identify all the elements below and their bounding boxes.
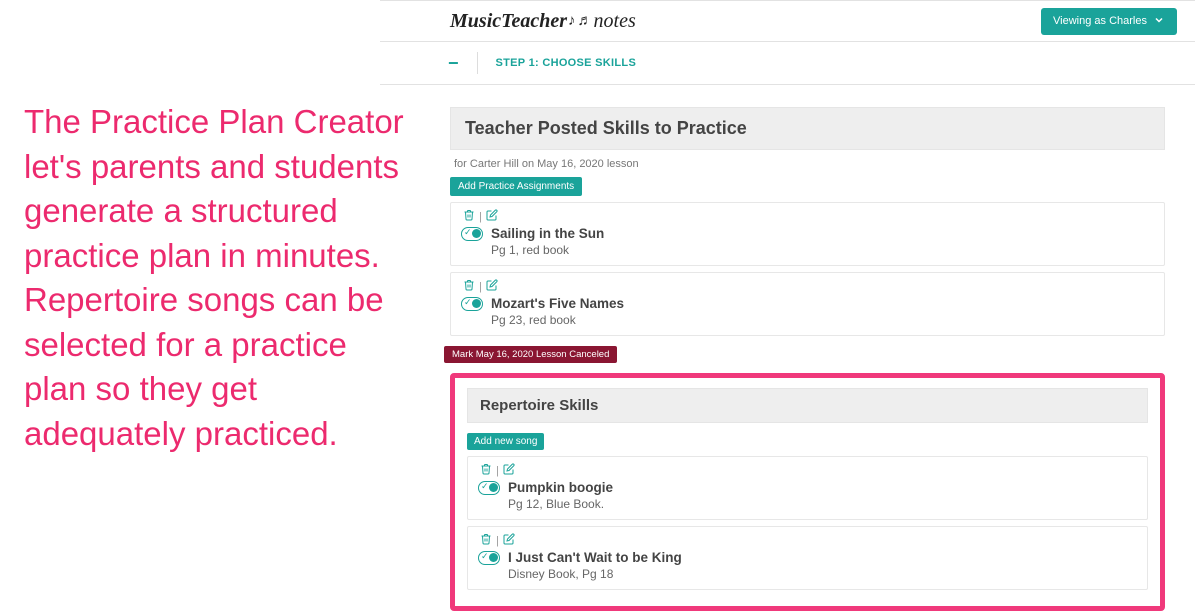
trash-icon[interactable] [480, 463, 492, 478]
content-area: Teacher Posted Skills to Practice for Ca… [380, 85, 1195, 611]
posted-subline: for Carter Hill on May 16, 2020 lesson [450, 150, 1165, 176]
skill-detail: Disney Book, Pg 18 [508, 567, 1137, 581]
step-header[interactable]: − STEP 1: CHOOSE SKILLS [380, 42, 1195, 85]
repertoire-highlight: Repertoire Skills Add new song | ✓ Pumpk… [450, 373, 1165, 611]
skill-toggle[interactable]: ✓ [478, 551, 500, 565]
add-practice-assignments-button[interactable]: Add Practice Assignments [450, 177, 582, 196]
repertoire-header: Repertoire Skills [467, 388, 1148, 423]
viewing-as-label: Viewing as Charles [1053, 15, 1147, 27]
skill-detail: Pg 1, red book [491, 243, 1154, 257]
skill-name: Sailing in the Sun [491, 226, 604, 241]
skill-detail: Pg 12, Blue Book. [508, 497, 1137, 511]
trash-icon[interactable] [480, 533, 492, 548]
skill-toggle[interactable]: ✓ [478, 481, 500, 495]
skill-card: | ✓ Sailing in the Sun Pg 1, red book [450, 202, 1165, 266]
viewing-as-dropdown[interactable]: Viewing as Charles [1041, 8, 1177, 35]
skill-name: Mozart's Five Names [491, 296, 624, 311]
logo-part1: MusicTeacher [450, 10, 567, 33]
music-note-icon: ♬ [578, 13, 593, 30]
separator: | [479, 211, 482, 223]
marketing-caption: The Practice Plan Creator let's parents … [24, 100, 404, 456]
separator: | [496, 535, 499, 547]
edit-icon[interactable] [486, 209, 498, 224]
edit-icon[interactable] [503, 533, 515, 548]
separator: | [496, 465, 499, 477]
edit-icon[interactable] [503, 463, 515, 478]
divider [477, 52, 478, 74]
collapse-icon[interactable]: − [448, 53, 459, 74]
separator: | [479, 281, 482, 293]
skill-toggle[interactable]: ✓ [461, 297, 483, 311]
app-frame: MusicTeacher ♪ ♬ notes Viewing as Charle… [380, 0, 1195, 611]
skill-card: | ✓ Pumpkin boogie Pg 12, Blue Book. [467, 456, 1148, 520]
edit-icon[interactable] [486, 279, 498, 294]
skill-detail: Pg 23, red book [491, 313, 1154, 327]
mark-lesson-canceled-button[interactable]: Mark May 16, 2020 Lesson Canceled [444, 346, 617, 363]
add-new-song-button[interactable]: Add new song [467, 433, 544, 450]
logo-part2: notes [594, 10, 636, 33]
trash-icon[interactable] [463, 209, 475, 224]
skill-card: | ✓ I Just Can't Wait to be King Disney … [467, 526, 1148, 590]
trash-icon[interactable] [463, 279, 475, 294]
chevron-down-icon [1153, 14, 1165, 29]
logo: MusicTeacher ♪ ♬ notes [450, 10, 636, 33]
music-note-icon: ♪ [568, 13, 576, 30]
skill-name: I Just Can't Wait to be King [508, 550, 682, 565]
posted-skills-header: Teacher Posted Skills to Practice [450, 107, 1165, 150]
step-label: STEP 1: CHOOSE SKILLS [496, 57, 637, 69]
topbar: MusicTeacher ♪ ♬ notes Viewing as Charle… [380, 0, 1195, 42]
skill-toggle[interactable]: ✓ [461, 227, 483, 241]
skill-name: Pumpkin boogie [508, 480, 613, 495]
skill-card: | ✓ Mozart's Five Names Pg 23, red book [450, 272, 1165, 336]
